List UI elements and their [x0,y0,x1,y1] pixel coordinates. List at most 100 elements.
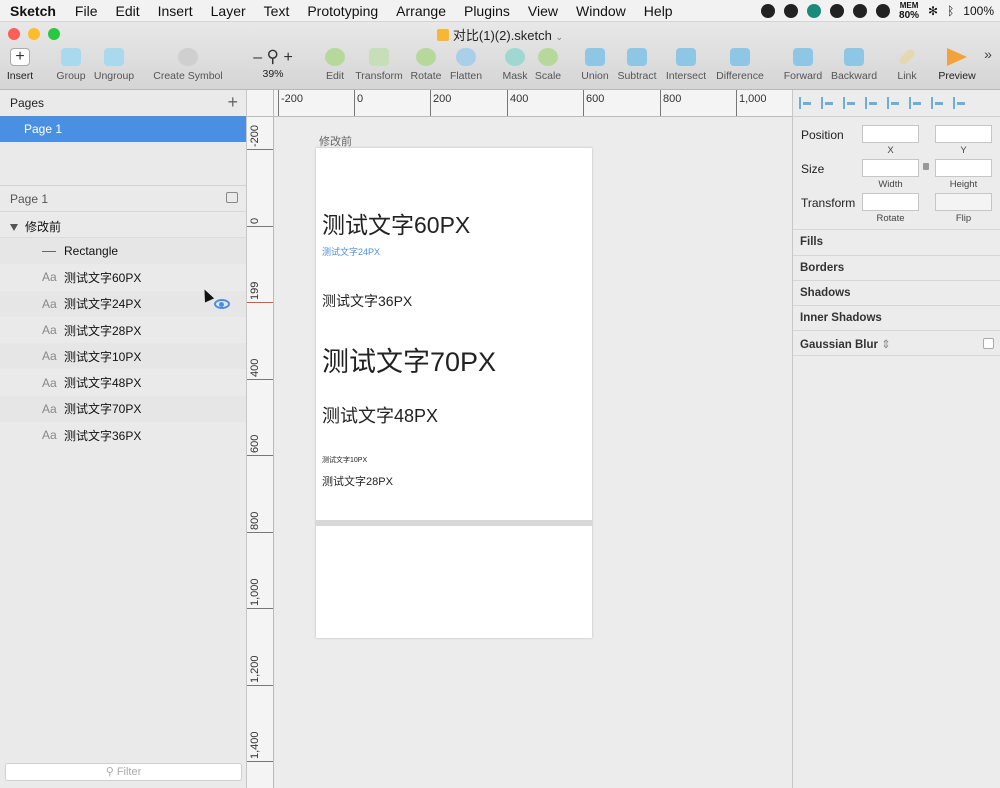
canvas-text-60px[interactable]: 测试文字60PX [322,206,470,240]
menu-edit[interactable]: Edit [106,3,148,19]
canvas-text-10px[interactable]: 测试文字10PX [322,455,367,465]
menu-plugins[interactable]: Plugins [455,3,519,19]
layer-label: 测试文字10PX [64,349,142,364]
layer-item-text[interactable]: Aa 测试文字70PX [0,395,246,423]
app-menu[interactable]: Sketch [0,3,66,19]
zoom-out-button[interactable]: – [253,49,262,66]
page-item-page-1[interactable]: Page 1 [0,116,246,142]
fills-section[interactable]: Fills [793,229,1000,255]
insert-button[interactable]: + Insert [4,46,36,88]
difference-button[interactable]: Difference [714,46,766,88]
canvas-text-48px[interactable]: 测试文字48PX [322,402,438,428]
filter-input[interactable]: ⚲ Filter [5,763,242,781]
bluetooth-icon[interactable]: ᛒ [947,4,954,18]
mask-button[interactable]: Mask [500,46,530,88]
layer-item-rectangle[interactable]: Rectangle [0,238,246,265]
gaussian-blur-section[interactable]: Gaussian Blur ⇕ [793,330,1000,356]
layer-item-text[interactable]: Aa 测试文字60PX [0,264,246,290]
window-toolbar: 对比(1)(2).sketch ⌄ + Insert Group Ungroup… [0,22,1000,90]
union-button[interactable]: Union [580,46,610,88]
menu-insert[interactable]: Insert [149,3,202,19]
stepper-icon[interactable]: ⇕ [881,339,891,351]
menu-help[interactable]: Help [635,3,682,19]
intersect-button[interactable]: Intersect [664,46,708,88]
hat-icon[interactable] [876,4,891,18]
menu-text[interactable]: Text [255,3,299,19]
align-left-icon[interactable] [843,97,857,109]
align-right-icon[interactable] [887,97,901,109]
distribute-horizontal-icon[interactable] [799,97,813,109]
scale-button[interactable]: Scale [534,46,562,88]
layer-item-text[interactable]: Aa 测试文字28PX [0,317,246,343]
distribute-vertical-icon[interactable] [821,97,835,109]
menu-file[interactable]: File [66,3,107,19]
layer-item-text[interactable]: Aa 测试文字10PX [0,343,246,370]
rotate-button[interactable]: Rotate [410,46,442,88]
align-middle-icon[interactable] [931,97,945,109]
position-y-input[interactable] [935,125,992,143]
align-center-icon[interactable] [865,97,879,109]
preview-button[interactable]: Preview [936,46,978,88]
artboard[interactable]: 测试文字60PX 测试文字24PX 测试文字36PX 测试文字70PX 测试文字… [316,148,592,638]
height-input[interactable] [935,159,992,177]
memory-indicator[interactable]: MEM 80% [899,1,919,21]
upload-icon[interactable] [807,4,822,18]
create-symbol-button[interactable]: Create Symbol [152,46,224,88]
canvas-text-28px[interactable]: 测试文字28PX [322,473,393,489]
menu-view[interactable]: View [519,3,567,19]
flip-buttons[interactable] [935,193,992,211]
backward-button[interactable]: Backward [830,46,878,88]
horizontal-ruler[interactable]: -200 0 200 400 600 800 1,000 [247,90,792,117]
canvas-text-70px[interactable]: 测试文字70PX [322,340,496,379]
compass-icon[interactable] [784,4,799,18]
borders-section[interactable]: Borders [793,255,1000,281]
menu-arrange[interactable]: Arrange [387,3,455,19]
artboard-title[interactable]: 修改前 [319,133,352,149]
layer-group-artboard[interactable]: 修改前 [0,212,246,238]
group-button[interactable]: Group [54,46,88,88]
forward-button[interactable]: Forward [782,46,824,88]
record-icon[interactable] [761,4,776,18]
align-top-icon[interactable] [909,97,923,109]
menu-prototyping[interactable]: Prototyping [298,3,387,19]
gaussian-blur-checkbox[interactable] [983,338,994,349]
align-bottom-icon[interactable] [953,97,967,109]
transform-button[interactable]: Transform [354,46,404,88]
layer-item-text[interactable]: Aa 测试文字48PX [0,369,246,395]
chevron-down-icon[interactable]: ⌄ [556,32,564,42]
canvas-rectangle[interactable] [316,520,592,526]
zoom-in-button[interactable]: + [283,49,292,66]
menu-layer[interactable]: Layer [202,3,255,19]
menu-window[interactable]: Window [567,3,635,19]
lock-icon[interactable] [923,163,929,170]
canvas[interactable]: 修改前 测试文字60PX 测试文字24PX 测试文字36PX 测试文字70PX … [274,117,792,788]
add-page-button[interactable]: + [227,92,238,113]
layer-item-text[interactable]: Aa 测试文字24PX [0,287,246,317]
wechat-icon[interactable] [830,4,845,18]
disclosure-triangle-icon[interactable] [10,224,18,231]
collapse-layers-icon[interactable] [226,192,238,203]
position-x-input[interactable] [862,125,919,143]
shadows-section[interactable]: Shadows [793,280,1000,306]
flatten-button[interactable]: Flatten [448,46,484,88]
link-button[interactable]: Link [894,46,920,88]
inner-shadows-section[interactable]: Inner Shadows [793,305,1000,331]
asterisk-icon[interactable]: ✻ [928,4,938,18]
width-input[interactable] [862,159,919,177]
canvas-text-36px[interactable]: 测试文字36PX [322,291,412,311]
edit-icon [325,48,345,66]
visibility-eye-icon[interactable] [214,298,230,309]
vertical-ruler[interactable]: -200 0 199 400 600 800 1,000 1,200 1,400 [247,117,274,788]
edit-button[interactable]: Edit [322,46,348,88]
ungroup-button[interactable]: Ungroup [92,46,136,88]
battery-value[interactable]: 100% [963,4,994,18]
qq-icon[interactable] [853,4,868,18]
group-icon [61,48,81,66]
layer-item-text[interactable]: Aa 测试文字36PX [0,422,246,448]
rotate-input[interactable] [862,193,919,211]
toolbar-overflow-button[interactable]: » [980,46,996,88]
ruler-label: 400 [510,93,529,105]
transform-label: Transform [355,70,403,82]
subtract-button[interactable]: Subtract [614,46,660,88]
canvas-text-24px[interactable]: 测试文字24PX [322,245,380,258]
